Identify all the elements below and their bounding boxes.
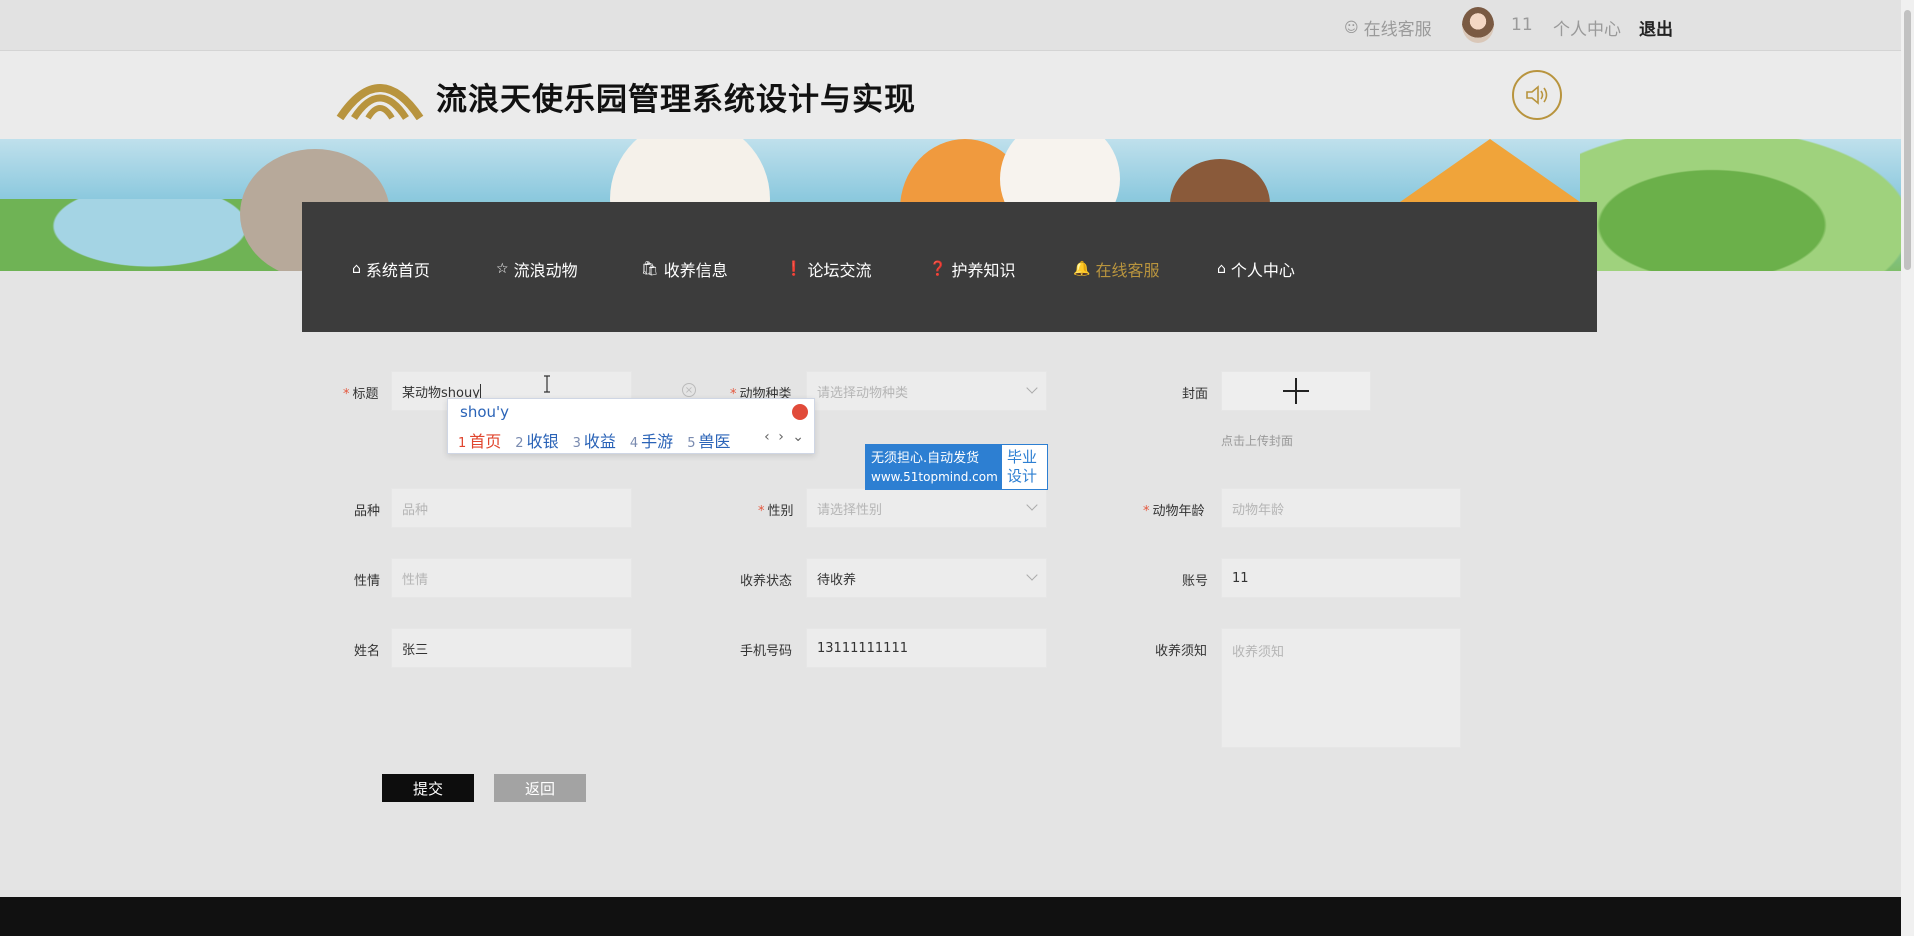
main-nav: ⌂ 系统首页 ☆ 流浪动物 🛍 收养信息 ❗ 论坛交流 ❓ 护养知识 🔔 在线客… (302, 202, 1597, 332)
online-service-label: 在线客服 (1363, 20, 1432, 40)
name-input[interactable]: 张三 (391, 628, 632, 668)
footer (0, 897, 1901, 936)
avatar[interactable] (1462, 7, 1494, 43)
bell-icon: 🔔 (1073, 261, 1091, 277)
ime-candidate[interactable]: 3 收益 (573, 428, 616, 452)
breed-input[interactable]: 品种 (391, 488, 632, 528)
site-header: 流浪天使乐园管理系统设计与实现 (0, 51, 1901, 139)
speaker-icon (1526, 85, 1548, 105)
ad-url: www.51topmind.com (871, 470, 998, 484)
online-service-link[interactable]: ☺ 在线客服 (1344, 15, 1432, 41)
star-icon: ☆ (496, 261, 509, 277)
gender-select[interactable]: 请选择性别 (806, 488, 1047, 528)
text-cursor-icon (544, 375, 550, 393)
bag-icon: 🛍 (641, 261, 659, 277)
nav-item-personal[interactable]: ⌂ 个人中心 (1217, 257, 1295, 281)
notice-textarea[interactable]: 收养须知 (1221, 628, 1461, 748)
phone-input[interactable]: 13111111111 (806, 628, 1047, 668)
nav-item-home[interactable]: ⌂ 系统首页 (352, 257, 430, 281)
temper-input[interactable]: 性情 (391, 558, 632, 598)
cover-label: 封面 (1182, 387, 1209, 402)
ad-right1: 毕业 (1007, 448, 1038, 466)
logout-link[interactable]: 退出 (1639, 15, 1673, 40)
name-label: 姓名 (354, 644, 381, 659)
home-icon: ⌂ (1217, 261, 1226, 277)
account-input[interactable]: 11 (1221, 558, 1461, 598)
speaker-button[interactable] (1512, 70, 1562, 120)
exclamation-icon: ❗ (785, 261, 803, 277)
nav-item-service[interactable]: 🔔 在线客服 (1073, 257, 1159, 281)
adopt-status-label: 收养状态 (740, 574, 793, 589)
adopt-status-select[interactable]: 待收养 (806, 558, 1047, 598)
chevron-down-icon (1026, 499, 1038, 511)
ime-logo-icon (792, 404, 808, 420)
nav-item-label: 个人中心 (1230, 261, 1295, 280)
age-input[interactable]: 动物年龄 (1221, 488, 1461, 528)
nav-item-label: 收养信息 (663, 261, 728, 280)
breed-label: 品种 (354, 504, 381, 519)
upload-hint: 点击上传封面 (1221, 434, 1294, 448)
phone-label: 手机号码 (740, 644, 793, 659)
plus-icon (1283, 378, 1309, 404)
nav-item-adoption[interactable]: 🛍 收养信息 (641, 257, 728, 281)
username: 11 (1511, 15, 1533, 35)
clear-icon[interactable]: × (682, 383, 696, 397)
ime-candidate[interactable]: 1 首页 (458, 428, 501, 452)
age-label: * 动物年龄 (1143, 504, 1205, 519)
chevron-down-icon (1026, 569, 1038, 581)
nav-item-label: 护养知识 (951, 261, 1016, 280)
top-bar: ☺ 在线客服 11 个人中心 退出 (0, 0, 1901, 51)
gender-label: * 性别 (758, 504, 794, 519)
back-button[interactable]: 返回 (494, 774, 586, 802)
ad-badge[interactable]: 无须担心.自动发货 www.51topmind.com 毕业 设计 (865, 444, 1048, 490)
species-select[interactable]: 请选择动物种类 (806, 371, 1047, 411)
ime-candidate[interactable]: 4 手游 (630, 428, 673, 452)
chevron-down-icon (1026, 382, 1038, 394)
question-icon: ❓ (929, 261, 947, 277)
user-circle-icon: ☺ (1344, 19, 1359, 36)
home-icon: ⌂ (352, 261, 361, 277)
cover-upload[interactable] (1221, 371, 1371, 411)
temper-label: 性情 (354, 574, 381, 589)
ad-right2: 设计 (1007, 467, 1038, 485)
ime-candidate[interactable]: 5 兽医 (687, 428, 730, 452)
adoption-form: * 标题 某动物shouy × * 动物种类 请选择动物种类 封面 点击上传封面 品… (0, 332, 1901, 897)
nav-item-label: 系统首页 (365, 261, 430, 280)
ime-composition: shou'y (460, 403, 510, 421)
account-label: 账号 (1182, 574, 1209, 589)
nav-item-label: 流浪动物 (513, 261, 578, 280)
scrollbar[interactable] (1901, 0, 1914, 936)
ad-line1: 无须担心.自动发货 (871, 451, 980, 466)
notice-label: 收养须知 (1155, 644, 1208, 659)
ime-pager-icon[interactable]: ‹ › ⌄ (764, 429, 806, 445)
site-title: 流浪天使乐园管理系统设计与实现 (436, 82, 916, 118)
submit-button[interactable]: 提交 (382, 774, 474, 802)
nav-item-label: 论坛交流 (807, 261, 872, 280)
ime-candidate[interactable]: 2 收银 (515, 428, 558, 452)
nav-item-label: 在线客服 (1095, 261, 1160, 280)
ime-candidate-window: shou'y 1 首页 2 收银 3 收益 4 手游 5 兽医 ‹ › ⌄ (447, 398, 815, 454)
nav-item-care[interactable]: ❓ 护养知识 (929, 257, 1015, 281)
nav-item-stray-animals[interactable]: ☆ 流浪动物 (496, 257, 578, 281)
logo-icon (336, 84, 424, 120)
personal-center-link[interactable]: 个人中心 (1553, 15, 1621, 40)
nav-item-forum[interactable]: ❗ 论坛交流 (785, 257, 871, 281)
title-label: * 标题 (343, 387, 379, 402)
